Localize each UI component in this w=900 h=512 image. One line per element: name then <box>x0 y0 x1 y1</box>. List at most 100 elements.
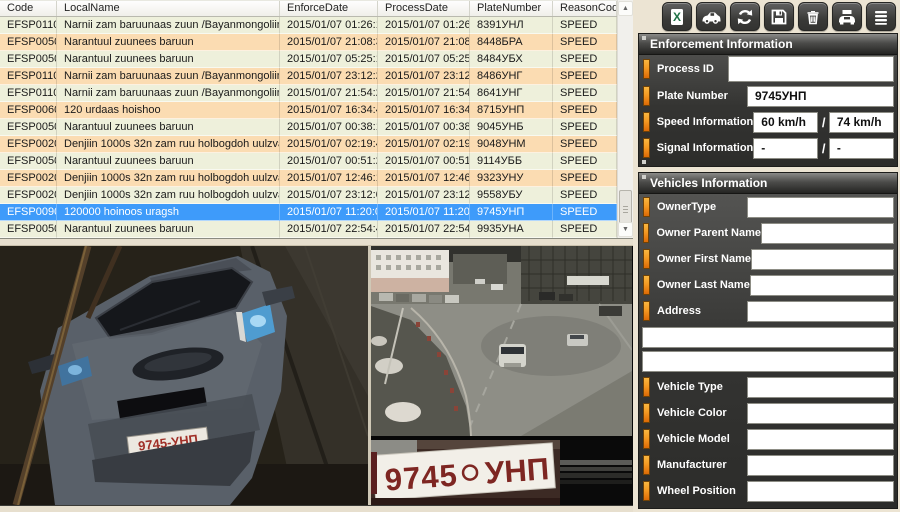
table-row[interactable]: EFSP0050 Narantuul zuunees baruun 2015/0… <box>0 51 617 68</box>
accent-bar <box>643 138 650 158</box>
scroll-up-icon[interactable]: ▲ <box>618 1 633 16</box>
owner-first-name-label: Owner First Name <box>656 253 751 265</box>
wheel-position-field[interactable] <box>747 480 894 502</box>
car-box-icon <box>839 9 855 24</box>
plate-number-label: Plate Number <box>657 90 728 102</box>
accent-bar <box>643 249 650 269</box>
signal-second-field[interactable]: - <box>828 137 894 159</box>
speed-information-row: Speed Information 60 km/h / 74 km/h <box>639 109 897 135</box>
left-column: Code LocalName EnforceDate ProcessDate P… <box>0 0 633 512</box>
closeup-plate-number: 9745 <box>384 458 459 498</box>
speed-information-label: Speed Information <box>656 116 754 128</box>
vehicles-panel-title: Vehicles Information <box>639 173 897 194</box>
save-button[interactable] <box>764 2 794 31</box>
table-row[interactable]: EFSP0050 Narantuul zuunees baruun 2015/0… <box>0 153 617 170</box>
accent-bar <box>643 275 650 295</box>
owner-type-field[interactable] <box>747 196 894 218</box>
accent-bar <box>643 197 650 217</box>
speed-limit-field[interactable]: 60 km/h <box>753 111 819 133</box>
vehicle-photo[interactable]: 9745-УНП <box>0 246 368 505</box>
vehicle-lookup-button[interactable] <box>832 2 862 31</box>
owner-last-name-field[interactable] <box>749 274 894 296</box>
photo-filler <box>560 440 632 505</box>
process-id-row: Process ID <box>639 55 897 83</box>
intersection-photo[interactable] <box>371 246 632 436</box>
table-row[interactable]: EFSP0110 Narnii zam baruunaas zuun /Baya… <box>0 85 617 102</box>
table-body: EFSP0110 Narnii zam baruunaas zuun /Baya… <box>0 17 617 238</box>
owner-parent-name-row: Owner Parent Name <box>639 220 897 246</box>
vehicle-model-label: Vehicle Model <box>657 433 730 445</box>
wheel-position-row: Wheel Position <box>639 478 897 504</box>
signal-first-field[interactable]: - <box>753 137 819 159</box>
table-row[interactable]: EFSP0020 Denjiin 1000s 32n zam ruu holbo… <box>0 187 617 204</box>
owner-first-name-field[interactable] <box>750 248 894 270</box>
column-header-localname[interactable]: LocalName <box>57 1 280 16</box>
plate-number-row: Plate Number 9745УНП <box>639 83 897 109</box>
vehicle-type-label: Vehicle Type <box>657 381 723 393</box>
address-field[interactable] <box>747 300 894 322</box>
column-header-enforcedate[interactable]: EnforceDate <box>280 1 378 16</box>
car-icon <box>702 12 721 24</box>
manufacturer-field[interactable] <box>747 454 894 476</box>
manufacturer-label: Manufacturer <box>657 459 727 471</box>
column-header-platenumber[interactable]: PlateNumber <box>470 1 553 16</box>
column-header-reasoncode[interactable]: ReasonCode <box>553 1 617 16</box>
excel-icon: X <box>671 8 683 25</box>
panel-grip <box>642 175 646 179</box>
vehicle-color-label: Vehicle Color <box>657 407 727 419</box>
accent-bar <box>643 377 650 397</box>
manufacturer-row: Manufacturer <box>639 452 897 478</box>
signal-information-label: Signal Information <box>656 142 754 154</box>
accent-bar <box>643 86 650 106</box>
export-excel-button[interactable]: X <box>662 2 692 31</box>
speed-measured-field[interactable]: 74 km/h <box>828 111 894 133</box>
vehicle-model-field[interactable] <box>747 428 894 450</box>
table-row[interactable]: EFSP0090 120000 hoinoos uragsh 2015/01/0… <box>0 204 617 221</box>
table-row[interactable]: EFSP0110 Narnii zam baruunaas zuun /Baya… <box>0 68 617 85</box>
accent-bar <box>643 59 650 79</box>
table-scrollbar[interactable]: ▲ ▼ <box>617 0 633 238</box>
refresh-button[interactable] <box>730 2 760 31</box>
refresh-icon <box>737 9 753 24</box>
right-column: X Enforcement Information Process ID Pla… <box>633 0 900 512</box>
plate-number-field[interactable]: 9745УНП <box>747 85 894 107</box>
evidence-photos: 9745-УНП 9745 УНП <box>0 246 633 505</box>
accent-bar <box>643 455 650 475</box>
vehicle-color-field[interactable] <box>747 402 894 424</box>
owner-parent-name-field[interactable] <box>761 222 894 244</box>
vehicle-button[interactable] <box>696 2 726 31</box>
scroll-down-icon[interactable]: ▼ <box>618 222 633 237</box>
table-row[interactable]: EFSP0050 Narantuul zuunees baruun 2015/0… <box>0 119 617 136</box>
address-label: Address <box>657 305 702 317</box>
list-button[interactable] <box>866 2 896 31</box>
table-row[interactable]: EFSP0050 Narantuul zuunees baruun 2015/0… <box>0 221 617 238</box>
toolbar: X <box>633 0 900 33</box>
vehicle-type-field[interactable] <box>747 376 894 398</box>
signal-separator: / <box>821 140 826 156</box>
delete-button[interactable] <box>798 2 828 31</box>
table-row[interactable]: EFSP0110 Narnii zam baruunaas zuun /Baya… <box>0 17 617 34</box>
table-row[interactable]: EFSP0060 120 urdaas hoishoo 2015/01/07 1… <box>0 102 617 119</box>
enforcement-panel-title: Enforcement Information <box>639 34 897 55</box>
column-header-processdate[interactable]: ProcessDate <box>378 1 470 16</box>
signal-information-row: Signal Information - / - <box>639 135 897 161</box>
table-row[interactable]: EFSP0020 Denjiin 1000s 32n zam ruu holbo… <box>0 170 617 187</box>
trash-icon <box>807 10 819 24</box>
plate-closeup-photo[interactable]: 9745 УНП <box>371 440 560 505</box>
column-header-code[interactable]: Code <box>0 1 57 16</box>
table-row[interactable]: EFSP0020 Denjiin 1000s 32n zam ruu holbo… <box>0 136 617 153</box>
process-id-field[interactable] <box>728 56 894 82</box>
save-icon <box>771 9 787 24</box>
bottom-strip <box>0 505 633 512</box>
enforcement-app: Code LocalName EnforceDate ProcessDate P… <box>0 0 900 512</box>
owner-first-name-row: Owner First Name <box>639 246 897 272</box>
owner-last-name-row: Owner Last Name <box>639 272 897 298</box>
address-row: Address <box>639 298 897 324</box>
accent-bar <box>643 481 650 501</box>
vehicle-model-row: Vehicle Model <box>639 426 897 452</box>
address-line3-field[interactable] <box>642 351 894 372</box>
address-line2-field[interactable] <box>642 327 894 348</box>
table-row[interactable]: EFSP0050 Narantuul zuunees baruun 2015/0… <box>0 34 617 51</box>
accent-bar <box>643 429 650 449</box>
owner-last-name-label: Owner Last Name <box>656 279 750 291</box>
